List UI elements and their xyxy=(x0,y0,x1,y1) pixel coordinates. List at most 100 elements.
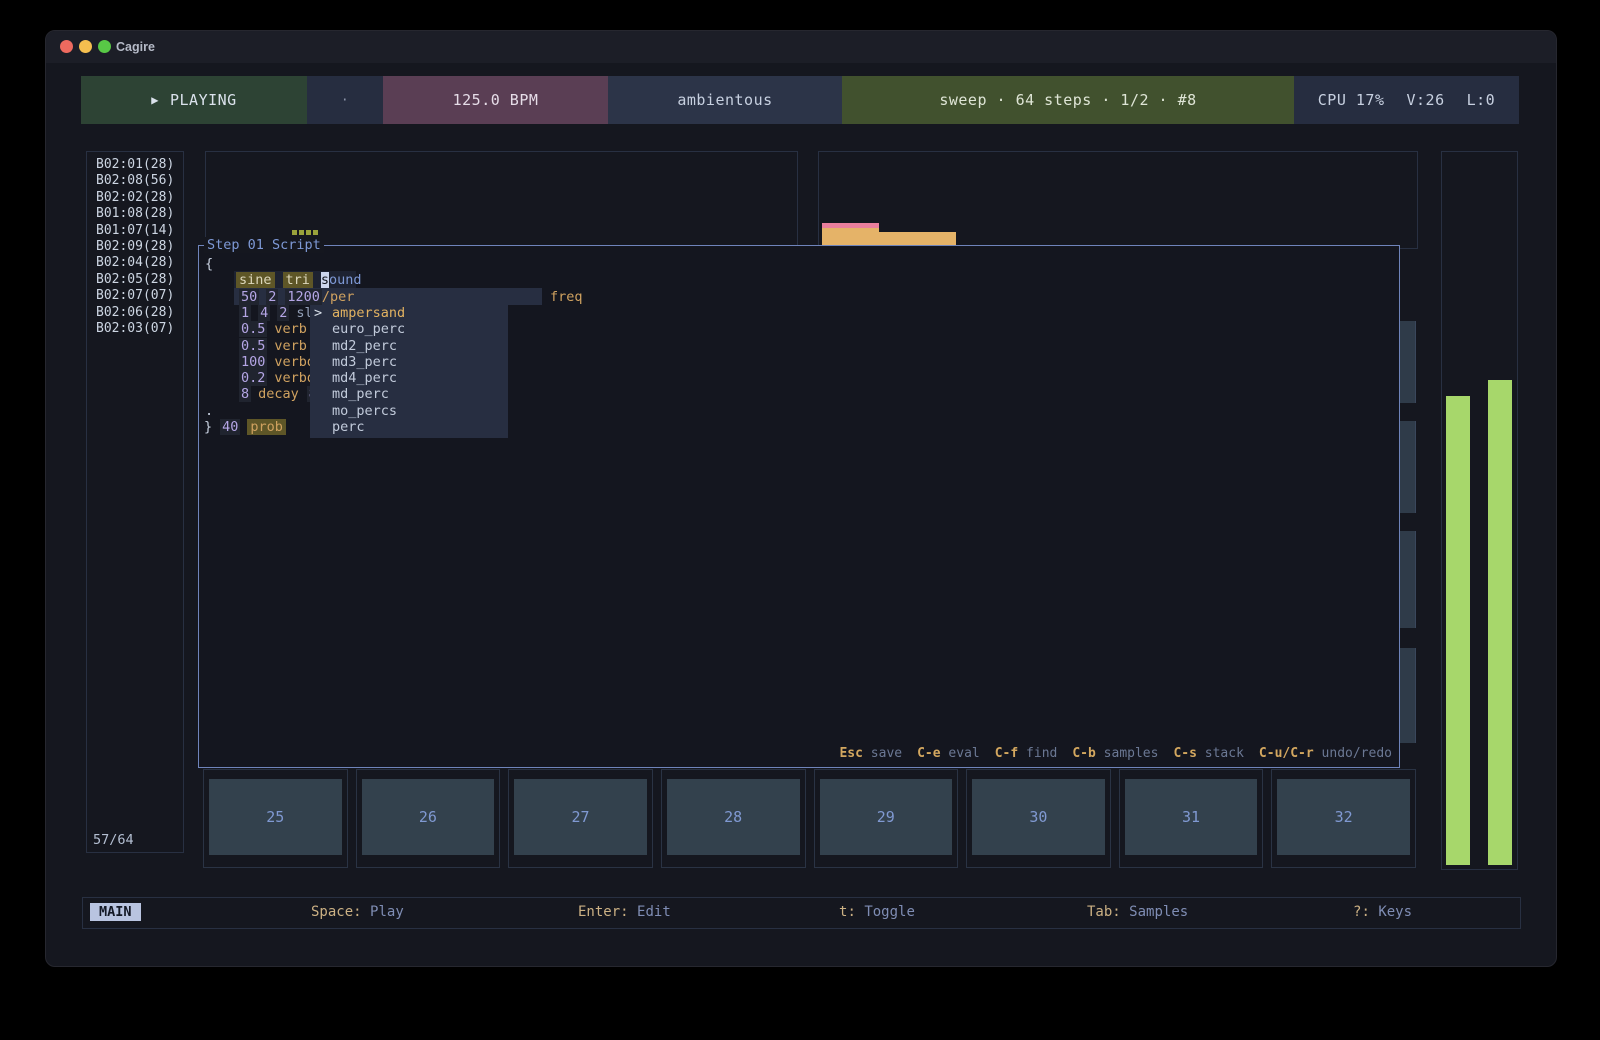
grid-cell-partial xyxy=(1400,531,1416,628)
sample-list-item[interactable]: B02:02(28) xyxy=(87,190,183,206)
autocomplete-item[interactable]: md4_perc xyxy=(310,370,508,386)
token-freq: freq xyxy=(550,289,583,305)
grid-cell-partial xyxy=(1400,321,1416,403)
step-box: 31 xyxy=(1125,779,1258,855)
step-grid-row: 25 26 27 28 29 30 31 32 xyxy=(203,769,1416,868)
shortcut-edit: Enter: Edit xyxy=(578,898,671,927)
title-bar: Cagire xyxy=(46,31,1556,63)
token-prob: prob xyxy=(247,419,286,435)
app-window: Cagire ▶ PLAYING · 125.0 BPM ambientous … xyxy=(45,30,1557,967)
code-line[interactable]: 0.2verbd xyxy=(239,370,315,386)
step-cell[interactable]: 32 xyxy=(1271,769,1416,868)
step-cell[interactable]: 28 xyxy=(661,769,806,868)
system-stats: CPU 17% V:26 L:0 xyxy=(1294,76,1519,124)
autocomplete-item[interactable]: mo_percs xyxy=(310,403,508,419)
bottom-status-bar: MAIN Space: Play Enter: Edit t: Toggle T… xyxy=(82,897,1521,929)
token-verb: verb xyxy=(274,321,307,337)
shortcut-samples: Tab: Samples xyxy=(1087,898,1188,927)
sample-list-item[interactable]: B02:01(28) xyxy=(87,157,183,173)
level-meter-panel xyxy=(1441,151,1518,870)
window-title: Cagire xyxy=(116,31,155,63)
sample-list-item[interactable]: B02:03(07) xyxy=(87,321,183,337)
grid-cell-partial xyxy=(1400,648,1416,743)
shortcut-keys: ?: Keys xyxy=(1353,898,1412,927)
transport-bar: ▶ PLAYING · 125.0 BPM ambientous sweep ·… xyxy=(81,76,1519,124)
wave-bar xyxy=(822,228,879,245)
token-verb: verb xyxy=(274,338,307,354)
sample-list: B02:01(28) B02:08(56) B02:02(28) B01:08(… xyxy=(87,152,183,337)
autocomplete-item-selected[interactable]: >ampersand xyxy=(310,305,508,321)
step-box: 28 xyxy=(667,779,800,855)
code-line[interactable]: sinetrisound xyxy=(236,272,362,288)
sample-list-item[interactable]: B02:06(28) xyxy=(87,305,183,321)
code-line[interactable]: 0.5verb xyxy=(239,321,307,337)
sample-list-item[interactable]: B02:04(28) xyxy=(87,255,183,271)
shortcut-toggle: t: Toggle xyxy=(839,898,915,927)
sample-list-item[interactable]: B01:08(28) xyxy=(87,206,183,222)
latency-count: L:0 xyxy=(1467,91,1496,109)
token-decay: decay xyxy=(258,386,299,402)
transport-separator: · xyxy=(307,76,383,124)
code-line[interactable]: { xyxy=(205,256,213,272)
selection-marker: > xyxy=(314,305,322,321)
pattern-name-display[interactable]: ambientous xyxy=(608,76,842,124)
autocomplete-item[interactable]: perc xyxy=(310,419,508,435)
token-sound: ound xyxy=(329,272,362,288)
shortcut-play: Space: Play xyxy=(311,898,404,927)
token-verbd: verbd xyxy=(274,370,315,386)
step-box: 29 xyxy=(820,779,953,855)
grid-cell-partial xyxy=(1400,421,1416,513)
step-cell[interactable]: 25 xyxy=(203,769,348,868)
step-cell[interactable]: 29 xyxy=(814,769,959,868)
token-verbd: verbd xyxy=(274,354,315,370)
sample-list-panel: B02:01(28) B02:08(56) B02:02(28) B01:08(… xyxy=(86,151,184,853)
autocomplete-item[interactable]: md3_perc xyxy=(310,354,508,370)
code-line[interactable]: . xyxy=(205,403,213,419)
cpu-usage: CPU 17% xyxy=(1318,91,1385,109)
track-info-display[interactable]: sweep · 64 steps · 1/2 · #8 xyxy=(842,76,1294,124)
step-box: 30 xyxy=(972,779,1105,855)
editor-keybindings: Esc saveC-e evalC-f findC-b samplesC-s s… xyxy=(839,746,1392,761)
step-box: 27 xyxy=(514,779,647,855)
step-box: 25 xyxy=(209,779,342,855)
step-box: 32 xyxy=(1277,779,1410,855)
autocomplete-item[interactable]: md_perc xyxy=(310,386,508,402)
voice-count: V:26 xyxy=(1407,91,1445,109)
code-line[interactable]: 100verbd xyxy=(239,354,315,370)
step-cell[interactable]: 27 xyxy=(508,769,653,868)
step-cell[interactable]: 30 xyxy=(966,769,1111,868)
step-indicator-dots xyxy=(292,230,318,235)
autocomplete-item[interactable]: md2_perc xyxy=(310,338,508,354)
code-line[interactable]: }40prob xyxy=(204,419,294,435)
mode-badge: MAIN xyxy=(90,903,141,921)
sample-list-item[interactable]: B02:08(56) xyxy=(87,173,183,189)
minimize-button[interactable] xyxy=(79,40,92,53)
token-tri: tri xyxy=(283,272,313,288)
sample-list-item[interactable]: B01:07(14) xyxy=(87,223,183,239)
step-box: 26 xyxy=(362,779,495,855)
step-cell[interactable]: 31 xyxy=(1119,769,1264,868)
sample-list-item[interactable]: B02:07(07) xyxy=(87,288,183,304)
bpm-display[interactable]: 125.0 BPM xyxy=(383,76,608,124)
wave-bar xyxy=(879,232,956,245)
autocomplete-item[interactable]: euro_perc xyxy=(310,321,508,337)
level-meter-left xyxy=(1446,396,1470,865)
zoom-button[interactable] xyxy=(98,40,111,53)
step-cell[interactable]: 26 xyxy=(356,769,501,868)
transport-state-label: PLAYING xyxy=(170,91,237,109)
transport-state[interactable]: ▶ PLAYING xyxy=(81,76,307,124)
code-line[interactable]: 142sli xyxy=(239,305,321,321)
code-line[interactable]: 5021200/perfreq xyxy=(239,289,1389,305)
step-script-editor[interactable]: Step 01 Script { sinetrisound 5021200/pe… xyxy=(198,245,1400,768)
sample-list-item[interactable]: B02:09(28) xyxy=(87,239,183,255)
editor-title: Step 01 Script xyxy=(204,237,324,253)
level-meter-right xyxy=(1488,380,1512,865)
sample-list-item[interactable]: B02:05(28) xyxy=(87,272,183,288)
code-line[interactable]: 0.5verb xyxy=(239,338,307,354)
step-position-counter: 57/64 xyxy=(93,832,134,848)
token-sine: sine xyxy=(236,272,275,288)
close-button[interactable] xyxy=(60,40,73,53)
token-per: /per xyxy=(322,289,355,305)
text-cursor: s xyxy=(321,272,329,288)
autocomplete-popup: >ampersand euro_perc md2_perc md3_perc m… xyxy=(310,305,508,438)
